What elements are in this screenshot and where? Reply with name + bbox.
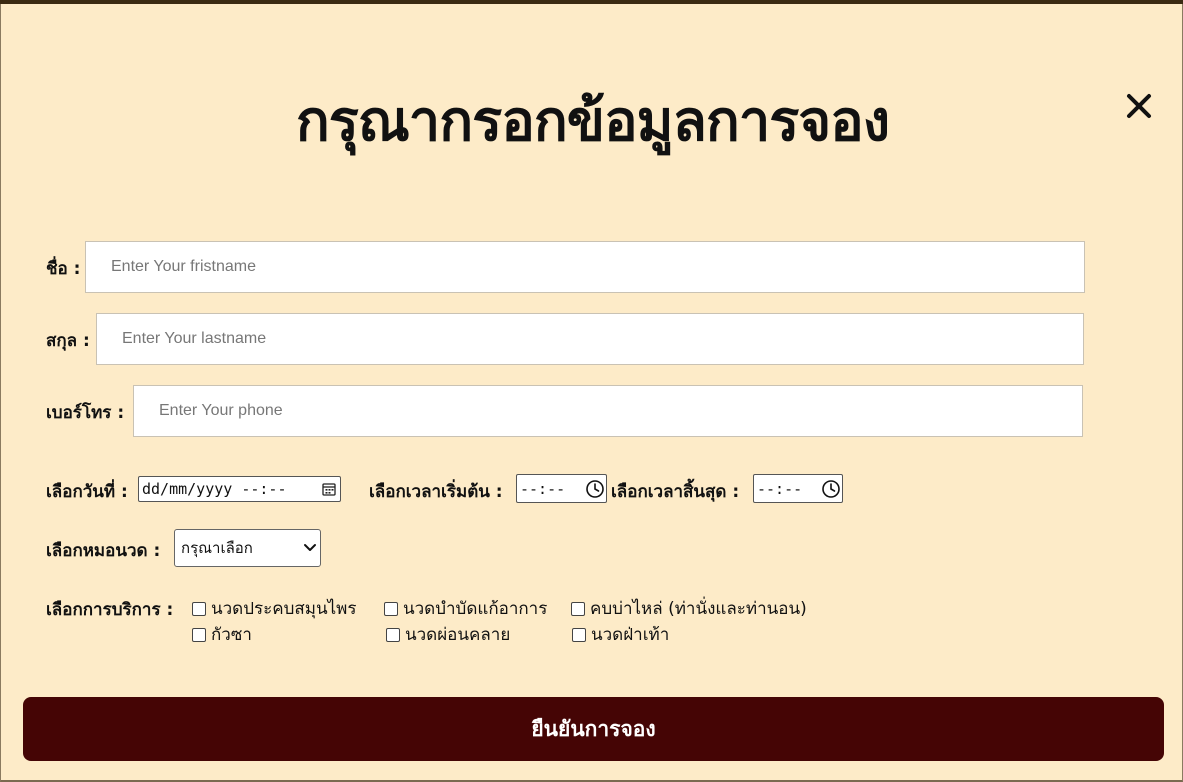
date-value: dd/mm/yyyy --:--: [142, 480, 287, 498]
service-option-label: นวดผ่อนคลาย: [405, 625, 511, 645]
service-option-label: นวดประคบสมุนไพร: [211, 599, 357, 619]
service-option-label: นวดบำบัดแก้อาการ: [403, 599, 548, 619]
service-checkbox[interactable]: [192, 601, 206, 616]
booking-modal: กรุณากรอกข้อมูลการจอง ชื่อ : สกุล : เบอร…: [0, 4, 1183, 782]
phone-input[interactable]: [133, 385, 1083, 437]
page-title: กรุณากรอกข้อมูลการจอง: [295, 89, 890, 154]
end-time-label: เลือกเวลาสิ้นสุด :: [611, 482, 740, 502]
calendar-icon[interactable]: [318, 478, 340, 500]
confirm-booking-button[interactable]: ยืนยันการจอง: [23, 697, 1164, 761]
close-icon[interactable]: [1123, 90, 1155, 122]
therapist-select[interactable]: กรุณาเลือก: [174, 529, 321, 567]
service-checkbox[interactable]: [571, 601, 585, 616]
firstname-input[interactable]: [85, 241, 1085, 293]
end-time-input[interactable]: --:--: [753, 474, 843, 503]
service-checkbox[interactable]: [384, 601, 398, 616]
therapist-label: เลือกหมอนวด :: [46, 541, 161, 561]
lastname-label: สกุล :: [46, 331, 90, 351]
lastname-input[interactable]: [96, 313, 1084, 365]
firstname-label: ชื่อ :: [46, 259, 81, 279]
service-checkbox[interactable]: [572, 627, 586, 642]
service-checkbox[interactable]: [192, 627, 206, 642]
service-option-label: กัวซา: [211, 625, 252, 645]
start-time-label: เลือกเวลาเริ่มต้น :: [369, 482, 503, 502]
date-input[interactable]: dd/mm/yyyy --:--: [138, 476, 341, 502]
service-option-label: นวดฝ่าเท้า: [591, 625, 670, 645]
service-checkbox[interactable]: [386, 627, 400, 642]
date-label: เลือกวันที่ :: [46, 482, 128, 502]
phone-label: เบอร์โทร :: [46, 403, 125, 423]
clock-icon[interactable]: [584, 478, 606, 500]
service-option-herbal-compress[interactable]: นวดประคบสมุนไพร: [192, 595, 357, 622]
therapist-selected-value: กรุณาเลือก: [181, 539, 253, 557]
chevron-down-icon: [300, 543, 320, 553]
service-option-relaxing[interactable]: นวดผ่อนคลาย: [386, 621, 510, 648]
service-option-therapy[interactable]: นวดบำบัดแก้อาการ: [384, 595, 547, 622]
clock-icon[interactable]: [820, 478, 842, 500]
service-option-gua-sha[interactable]: กัวซา: [192, 621, 252, 648]
end-time-value: --:--: [757, 479, 803, 498]
start-time-value: --:--: [520, 479, 566, 498]
services-label: เลือกการบริการ :: [46, 600, 174, 620]
service-option-label: คบบ่าไหล่ (ท่านั่งและท่านอน): [590, 599, 807, 619]
start-time-input[interactable]: --:--: [516, 474, 607, 503]
service-option-foot[interactable]: นวดฝ่าเท้า: [572, 621, 669, 648]
service-option-neck-shoulder[interactable]: คบบ่าไหล่ (ท่านั่งและท่านอน): [571, 595, 807, 622]
